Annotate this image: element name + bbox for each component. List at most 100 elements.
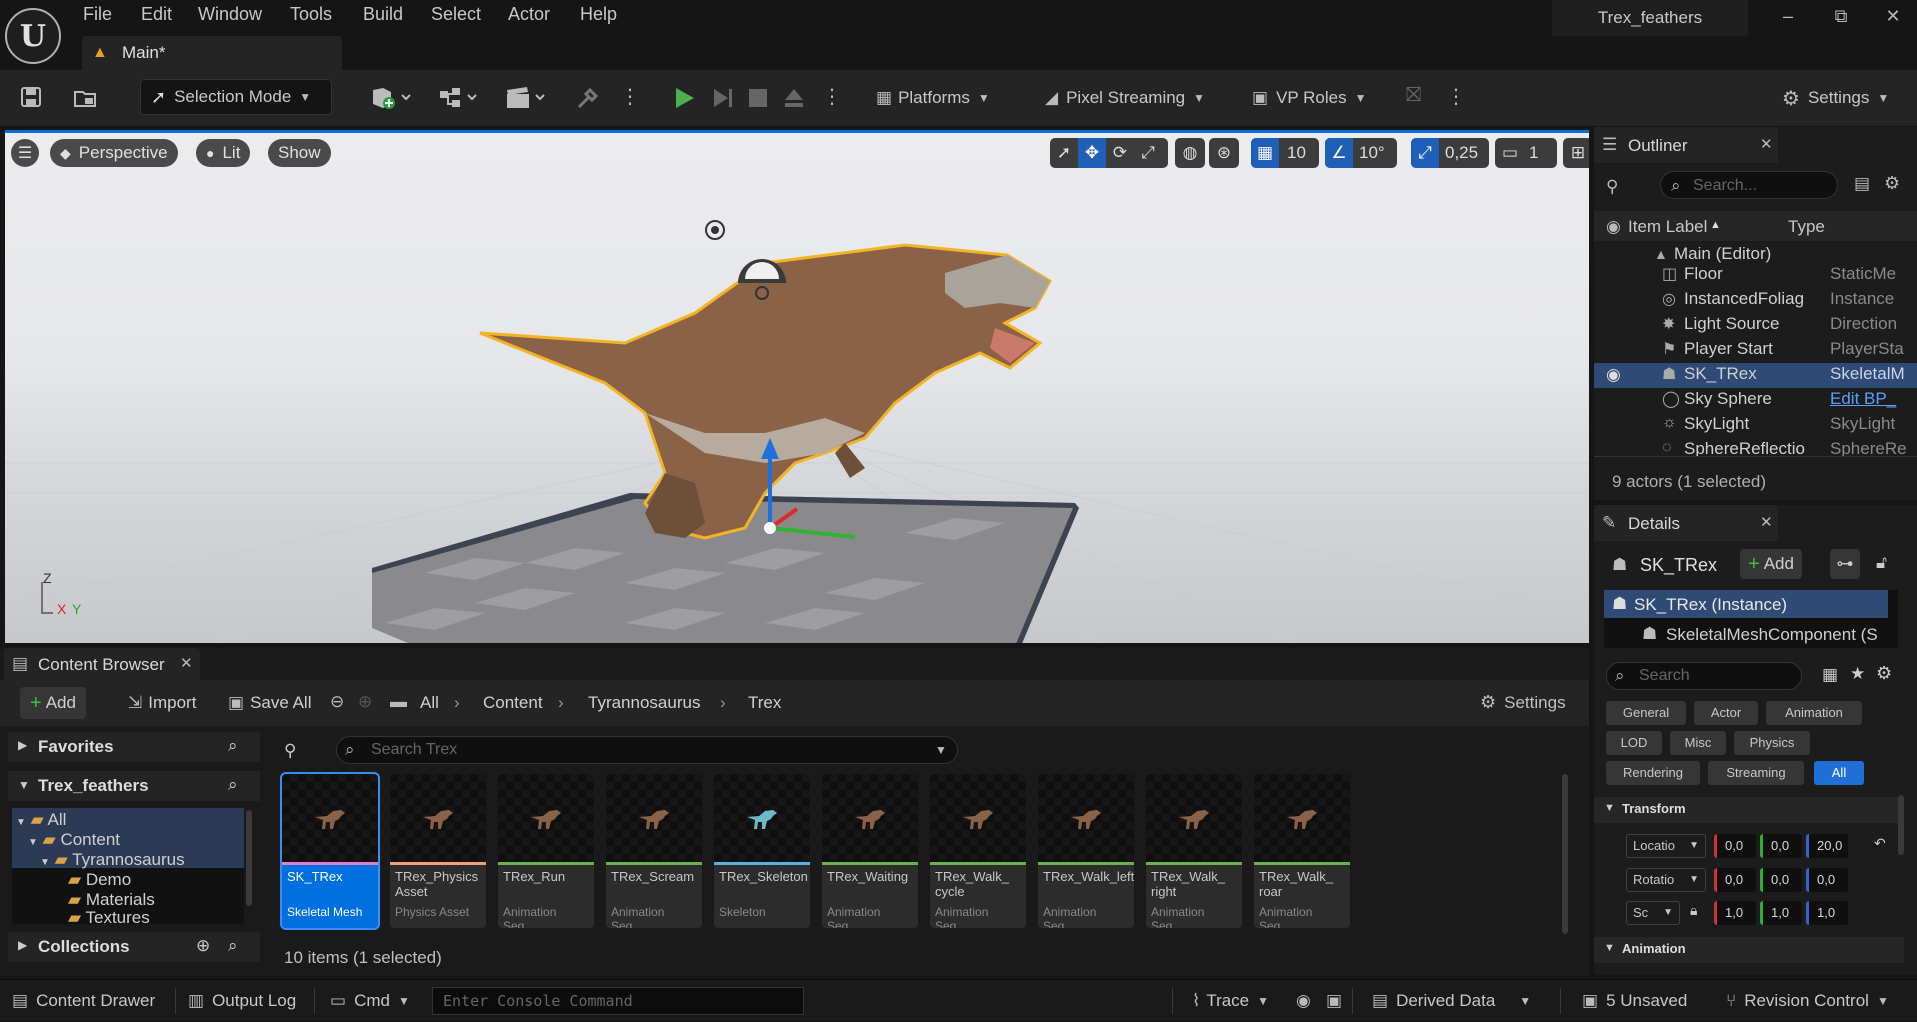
blueprint-convert-icon[interactable]: ⊶: [1830, 549, 1860, 579]
output-log-button[interactable]: ▥ Output Log: [188, 980, 296, 1022]
component-instance-row[interactable]: ☗ SK_TRex (Instance): [1604, 590, 1888, 618]
viewport-menu-icon[interactable]: ☰: [11, 139, 39, 167]
menu-actor[interactable]: Actor: [508, 4, 550, 32]
camera-speed-group[interactable]: ▭ 1: [1495, 138, 1557, 168]
lock-icon[interactable]: 🔓︎: [1876, 553, 1887, 573]
asset-tile[interactable]: TRex_Walk_ right Animation Seq...: [1146, 774, 1242, 928]
favorites-header[interactable]: ▶ Favorites ⌕: [8, 732, 260, 762]
outliner-row[interactable]: ◯ Sky Sphere Edit BP_: [1594, 388, 1896, 413]
trace-dropdown[interactable]: ⌇ Trace ▼: [1192, 980, 1269, 1022]
record-icon[interactable]: ◉: [1296, 980, 1311, 1022]
filter-icon[interactable]: ⚲: [1606, 177, 1618, 197]
menu-file[interactable]: File: [83, 4, 112, 32]
console-command-input[interactable]: Enter Console Command: [432, 987, 804, 1015]
cb-settings-button[interactable]: ⚙ Settings: [1480, 692, 1566, 713]
filter-streaming[interactable]: Streaming: [1708, 761, 1804, 785]
table-view-icon[interactable]: ▦: [1822, 665, 1838, 685]
filter-animation[interactable]: Animation: [1766, 701, 1862, 725]
filter-general[interactable]: General: [1606, 701, 1686, 725]
asset-tile[interactable]: TRex_Scream Animation Seq...: [606, 774, 702, 928]
breadcrumb-all[interactable]: All: [420, 693, 439, 713]
scale-tool-icon[interactable]: ⤢: [1134, 143, 1162, 163]
play-button[interactable]: [670, 84, 700, 112]
cinematics-icon[interactable]: [504, 84, 550, 112]
asset-tile[interactable]: TRex_Walk_left Animation Seq...: [1038, 774, 1134, 928]
menu-select[interactable]: Select: [431, 4, 481, 32]
platforms-dropdown[interactable]: ▦ Platforms ▼: [876, 82, 990, 114]
save-icon[interactable]: [18, 84, 44, 110]
col-item-label[interactable]: Item Label: [1628, 217, 1707, 237]
menu-build[interactable]: Build: [363, 4, 403, 32]
cmd-dropdown[interactable]: ▭ Cmd ▼: [330, 980, 410, 1022]
pixel-streaming-dropdown[interactable]: ◢ Pixel Streaming ▼: [1045, 82, 1205, 114]
menu-window[interactable]: Window: [198, 4, 262, 32]
content-drawer-button[interactable]: ▤ Content Drawer: [12, 980, 155, 1022]
star-icon[interactable]: ★: [1850, 664, 1865, 684]
outliner-row[interactable]: ⚑ Player Start PlayerSta: [1594, 338, 1904, 363]
scale-x[interactable]: 1,0: [1714, 901, 1756, 925]
scale-snap-group[interactable]: ⤢ 0,25: [1411, 138, 1489, 168]
component-skeletal-row[interactable]: ☗ SkeletalMeshComponent (S: [1604, 620, 1888, 648]
more-options-icon[interactable]: ⋮: [620, 84, 640, 109]
cb-save-all-button[interactable]: ▣ Save All: [218, 687, 322, 719]
add-actor-icon[interactable]: [368, 84, 414, 112]
visibility-icon[interactable]: ◉: [1606, 217, 1621, 237]
content-browser-tab[interactable]: ▤ Content Browser ✕: [4, 648, 200, 680]
search-icon[interactable]: ⌕: [228, 775, 238, 795]
tree-scrollbar[interactable]: [246, 810, 252, 906]
gear-icon[interactable]: ⚙: [1884, 173, 1900, 194]
breadcrumb-content[interactable]: Content: [483, 693, 543, 713]
add-collection-icon[interactable]: ⊕: [196, 936, 210, 956]
outliner-row[interactable]: ☼ SkyLight SkyLight: [1594, 413, 1895, 438]
cb-add-button[interactable]: + Add: [20, 687, 86, 719]
animation-section-header[interactable]: ▼ Animation: [1594, 937, 1904, 963]
layout-icon[interactable]: ⊞: [1563, 138, 1589, 168]
back-icon[interactable]: ⊖: [330, 692, 344, 712]
location-x[interactable]: 0,0: [1714, 834, 1756, 858]
scale-lock-icon[interactable]: 🔒︎: [1690, 902, 1697, 919]
filter-misc[interactable]: Misc: [1670, 731, 1726, 755]
scale-z[interactable]: 1,0: [1806, 901, 1848, 925]
restore-button[interactable]: ⧉: [1824, 6, 1858, 32]
close-icon[interactable]: ✕: [180, 654, 193, 672]
asset-tile[interactable]: TRex_Skeleton Skeleton: [714, 774, 810, 928]
close-icon[interactable]: ✕: [1760, 135, 1773, 153]
location-z[interactable]: 20,0: [1806, 834, 1848, 858]
filter-icon[interactable]: ⚲: [284, 741, 296, 761]
rotation-z[interactable]: 0,0: [1806, 868, 1848, 892]
move-tool-icon[interactable]: ✥: [1078, 138, 1106, 168]
scale-y[interactable]: 1,0: [1760, 901, 1802, 925]
asset-tile[interactable]: TRex_Walk_ roar Animation Seq...: [1254, 774, 1350, 928]
rotate-tool-icon[interactable]: ⟳: [1106, 143, 1134, 163]
settings-dropdown[interactable]: ⚙ Settings ▼: [1782, 82, 1889, 114]
menu-tools[interactable]: Tools: [290, 4, 332, 32]
outliner-tab[interactable]: ☰ Outliner ✕: [1594, 127, 1778, 163]
cb-import-button[interactable]: ⇲ Import: [118, 687, 206, 719]
forward-icon[interactable]: ⊕: [358, 692, 372, 712]
multi-user-icon[interactable]: ⛝: [1406, 84, 1421, 107]
grid-snap-group[interactable]: ▦ 10: [1251, 138, 1319, 168]
asset-tile[interactable]: TRex_Waiting Animation Seq...: [822, 774, 918, 928]
close-window-button[interactable]: ✕: [1876, 6, 1910, 32]
play-options-icon[interactable]: ⋮: [822, 84, 842, 109]
tree-item-materials[interactable]: ▰ Materials: [68, 890, 155, 910]
level-viewport[interactable]: ☰ ◆ Perspective ● Lit Show ➚ ✥ ⟳ ⤢ ◍ ⊛ ▦…: [5, 130, 1589, 643]
revision-control-dropdown[interactable]: ⑂ Revision Control ▼: [1726, 980, 1889, 1022]
asset-tile[interactable]: SK_TRex Skeletal Mesh: [280, 772, 380, 930]
show-button[interactable]: Show: [268, 139, 331, 167]
asset-tile[interactable]: TRex_Run Animation Seq...: [498, 774, 594, 928]
outliner-search-input[interactable]: ⌕ Search...: [1660, 171, 1838, 199]
outliner-row[interactable]: ✸ Light Source Direction: [1594, 313, 1897, 338]
project-header[interactable]: ▼ Trex_feathers ⌕: [8, 771, 260, 801]
filter-actor[interactable]: Actor: [1694, 701, 1758, 725]
breadcrumb-trex[interactable]: Trex: [748, 693, 781, 713]
selection-mode-dropdown[interactable]: ➚ Selection Mode ▼: [140, 79, 332, 115]
asset-tile[interactable]: TRex_Walk_ cycle Animation Seq...: [930, 774, 1026, 928]
rotation-snap-group[interactable]: ∠ 10°: [1325, 138, 1397, 168]
details-tab[interactable]: ✎ Details ✕: [1594, 505, 1778, 541]
rotation-x[interactable]: 0,0: [1714, 868, 1756, 892]
derived-data-dropdown[interactable]: ▤ Derived Data ▼: [1372, 980, 1531, 1022]
search-icon[interactable]: ⌕: [228, 936, 238, 956]
asset-search-input[interactable]: ⌕ Search Trex ▼: [336, 736, 958, 764]
menu-help[interactable]: Help: [580, 4, 617, 32]
